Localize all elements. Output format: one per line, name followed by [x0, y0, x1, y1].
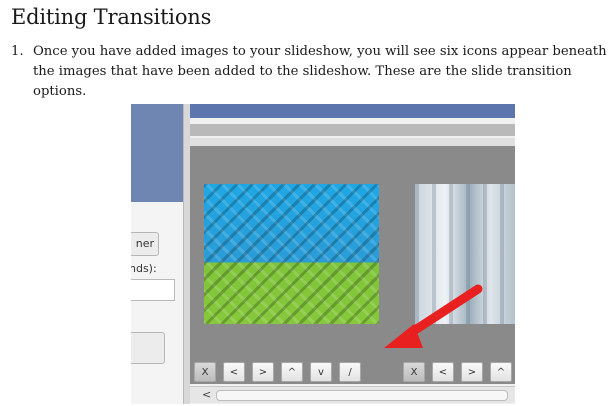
embedded-screenshot: ner nds): X < > ^ v / X < > ^ < — [131, 104, 515, 404]
page-heading: Editing Transitions — [11, 5, 212, 29]
step-text: Once you have added images to your slide… — [33, 44, 607, 99]
red-arrow-icon — [384, 284, 483, 348]
step-number: 1. — [11, 44, 24, 59]
